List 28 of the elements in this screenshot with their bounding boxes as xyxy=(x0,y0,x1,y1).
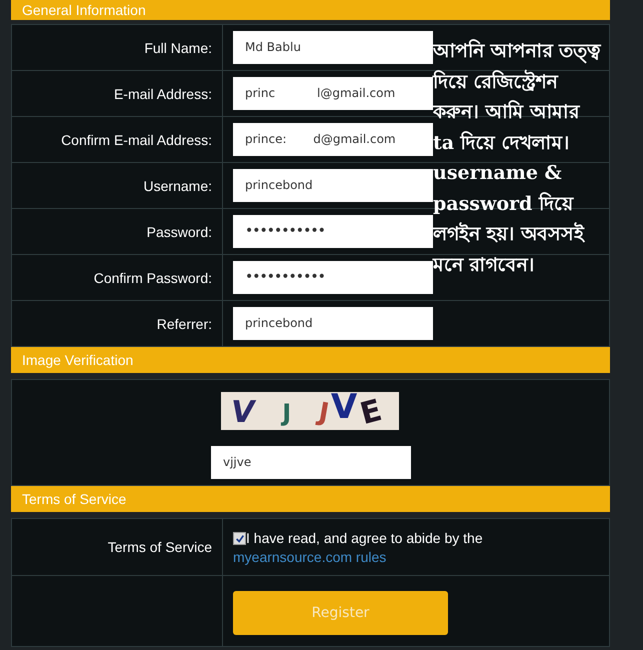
captcha-letter: J xyxy=(282,398,292,429)
field-label: Confirm E-mail Address: xyxy=(61,132,212,148)
field-label: Terms of Service xyxy=(108,539,212,555)
input-field[interactable]: prince: d@gmail.com xyxy=(233,123,433,156)
rules-link[interactable]: myearnsource.com rules xyxy=(233,548,386,564)
captcha-letter: V xyxy=(228,396,258,430)
field-label: Full Name: xyxy=(144,40,212,56)
input-field[interactable]: princebond xyxy=(233,307,433,340)
input-field[interactable]: ••••••••••• xyxy=(233,261,433,294)
agreement-text: I have read, and agree to abide by the xyxy=(246,530,483,546)
input-field[interactable]: princ l@gmail.com xyxy=(233,77,433,110)
section-header: Terms of Service xyxy=(11,486,610,512)
field-label: Confirm Password: xyxy=(94,270,212,286)
checkbox[interactable] xyxy=(233,532,246,545)
captcha-letter: V xyxy=(330,392,358,424)
field-label: E-mail Address: xyxy=(114,86,212,102)
annotation-text: আপনি আপনার তত্ত্ব দিয়ে রেজিস্ট্রেশন করুন। আমি আমার ta দিয়ে দেখলাম। username & password দিয়ে লগইন হয়। অবসসই মনে রাগবেন। xyxy=(433,38,602,278)
input-field[interactable]: ••••••••••• xyxy=(233,215,433,248)
captcha-letter: E xyxy=(357,394,386,430)
captcha-letter: J xyxy=(316,397,332,430)
input-field[interactable]: princebond xyxy=(233,169,433,202)
input-field[interactable]: Md Bablu xyxy=(233,31,433,64)
section-header: Image Verification xyxy=(11,347,610,373)
field-label: Username: xyxy=(144,178,212,194)
field-label: Password: xyxy=(146,224,212,240)
section-header: General Information xyxy=(11,0,610,20)
captcha-input[interactable]: vjjve xyxy=(211,446,411,479)
field-label: Referrer: xyxy=(156,316,212,332)
